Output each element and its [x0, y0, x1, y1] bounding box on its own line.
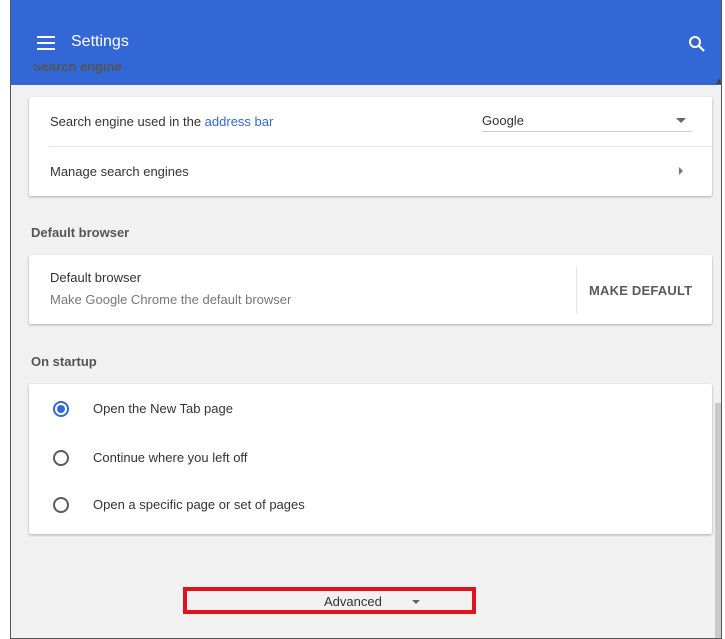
radio-new-tab-page[interactable] — [53, 401, 69, 417]
on-startup-card: Open the New Tab page Continue where you… — [29, 384, 712, 534]
chevron-right-icon — [679, 167, 683, 175]
radio-label-continue-where-left-off[interactable]: Continue where you left off — [93, 450, 247, 465]
advanced-label: Advanced — [324, 594, 382, 609]
radio-continue-where-left-off[interactable] — [53, 450, 69, 466]
advanced-toggle-button[interactable]: Advanced — [183, 587, 476, 614]
default-browser-title: Default browser — [50, 270, 142, 285]
search-engine-label: Search engine used in the address bar — [50, 114, 273, 129]
radio-label-specific-pages[interactable]: Open a specific page or set of pages — [93, 497, 305, 512]
search-engine-row: Search engine used in the address bar Go… — [29, 97, 712, 146]
default-browser-row: Default browser Make Google Chrome the d… — [29, 255, 712, 324]
scrollbar-thumb[interactable] — [715, 403, 721, 638]
radio-specific-pages[interactable] — [53, 497, 69, 513]
settings-window: Settings Search engine ▲ Search engine u… — [10, 0, 722, 639]
vertical-divider — [576, 266, 577, 314]
chevron-down-icon — [676, 118, 686, 123]
address-bar-link[interactable]: address bar — [205, 114, 274, 129]
radio-label-new-tab-page[interactable]: Open the New Tab page — [93, 401, 233, 416]
search-icon[interactable] — [687, 34, 707, 54]
hamburger-menu-icon[interactable] — [37, 36, 55, 50]
page-title: Settings — [71, 33, 129, 50]
make-default-button[interactable]: MAKE DEFAULT — [589, 283, 692, 298]
scroll-up-icon[interactable]: ▲ — [714, 76, 721, 87]
default-browser-heading: Default browser — [31, 225, 130, 240]
search-engine-select-value: Google — [482, 113, 524, 128]
manage-search-engines-row[interactable]: Manage search engines — [29, 147, 712, 196]
chevron-down-icon — [412, 600, 420, 604]
search-engine-label-text: Search engine used in the — [50, 114, 205, 129]
default-browser-subtitle: Make Google Chrome the default browser — [50, 292, 292, 307]
toolbar-row: Settings — [11, 24, 721, 64]
manage-search-engines-label: Manage search engines — [50, 164, 189, 179]
search-engine-card: Search engine used in the address bar Go… — [29, 97, 712, 196]
on-startup-heading: On startup — [31, 354, 97, 369]
search-engine-select[interactable]: Google — [482, 110, 692, 132]
default-browser-card: Default browser Make Google Chrome the d… — [29, 255, 712, 324]
search-engine-heading: Search engine — [33, 64, 122, 74]
